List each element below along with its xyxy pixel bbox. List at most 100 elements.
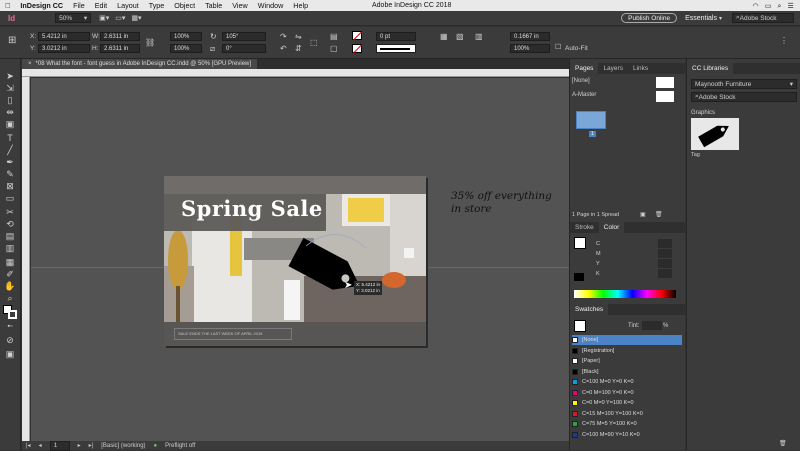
wrap-around-icon[interactable]: ▧: [456, 33, 464, 41]
apple-icon[interactable]: : [0, 1, 15, 10]
last-page-icon[interactable]: ▸|: [89, 442, 94, 449]
stroke-weight-field[interactable]: 0 pt: [376, 32, 416, 41]
constrain-proportions-icon[interactable]: ⛓: [145, 39, 155, 47]
screen-mode-tool-icon[interactable]: ▣: [4, 349, 16, 359]
menu-file[interactable]: File: [68, 1, 90, 10]
library-select[interactable]: Maynooth Furniture ▾: [691, 79, 797, 89]
x-field[interactable]: 5.4212 in: [38, 32, 90, 41]
tab-layers[interactable]: Layers: [598, 63, 628, 74]
text-wrap-icon[interactable]: ▦: [440, 33, 448, 41]
tab-links[interactable]: Links: [628, 63, 653, 74]
scale-y-field[interactable]: 100%: [170, 44, 202, 53]
y-field[interactable]: 3.0212 in: [38, 44, 90, 53]
content-collector-icon[interactable]: ▣: [4, 119, 16, 129]
swatch-row[interactable]: C=0 M=100 Y=0 K=0: [572, 388, 682, 398]
pasteboard[interactable]: Spring Sale SALE ENDS THE LAST WEEK OF A…: [31, 78, 569, 441]
color-stroke-proxy[interactable]: [574, 273, 584, 281]
document-page[interactable]: Spring Sale SALE ENDS THE LAST WEEK OF A…: [164, 176, 426, 346]
a-master-thumb[interactable]: [656, 91, 674, 102]
scissors-tool-icon[interactable]: ✂: [4, 207, 16, 217]
footer-text[interactable]: SALE ENDS THE LAST WEEK OF APRIL 2019: [178, 331, 262, 336]
type-tool-icon[interactable]: T: [4, 133, 16, 143]
swatch-row[interactable]: [None]: [572, 335, 682, 345]
menu-table[interactable]: Table: [200, 1, 227, 10]
swatch-row[interactable]: [Black]: [572, 367, 682, 377]
color-fill-proxy[interactable]: [574, 237, 586, 249]
color-spectrum[interactable]: [574, 290, 676, 298]
stroke-swatch-none[interactable]: [352, 44, 363, 54]
chevron-down-icon[interactable]: ▾: [719, 15, 722, 22]
tint-field[interactable]: [642, 321, 662, 330]
swatch-row[interactable]: C=100 M=90 Y=10 K=0: [572, 430, 682, 440]
eyedropper-tool-icon[interactable]: ✐: [4, 269, 16, 279]
reference-point-icon[interactable]: ⊞: [8, 36, 16, 46]
stroke-icon[interactable]: ▢: [330, 45, 338, 53]
corner-size-field[interactable]: 0.1667 in: [510, 32, 550, 41]
stock-search-input[interactable]: ⌕ Adobe Stock: [732, 13, 794, 23]
publish-online-button[interactable]: Publish Online: [621, 13, 678, 23]
new-page-icon[interactable]: ▣: [640, 211, 646, 218]
pasteboard-text[interactable]: 35% off everything in store: [451, 190, 563, 216]
close-icon[interactable]: ×: [28, 61, 32, 67]
headline-text[interactable]: Spring Sale: [181, 196, 323, 221]
pen-tool-icon[interactable]: ✒: [4, 157, 16, 167]
scale-x-field[interactable]: 100%: [170, 32, 202, 41]
page-number-field[interactable]: 1: [49, 440, 70, 451]
panel-menu-icon[interactable]: ⋮: [780, 37, 788, 45]
direct-selection-tool-icon[interactable]: ⇲: [4, 83, 16, 93]
menu-edit[interactable]: Edit: [90, 1, 112, 10]
none-master[interactable]: [None]: [572, 78, 590, 84]
gradient-feather-tool-icon[interactable]: ▥: [4, 243, 16, 253]
swatch-row[interactable]: C=0 M=0 Y=100 K=0: [572, 398, 682, 408]
page-thumbnail[interactable]: [576, 111, 606, 129]
page-tool-icon[interactable]: ▯: [4, 95, 16, 105]
menu-layout[interactable]: Layout: [112, 1, 144, 10]
rotate-90-cw-icon[interactable]: ↷: [280, 33, 287, 41]
tab-pages[interactable]: Pages: [570, 63, 599, 74]
apply-none-icon[interactable]: ⊘: [4, 335, 16, 345]
menu-object[interactable]: Object: [169, 1, 200, 10]
tab-color[interactable]: Color: [598, 222, 625, 233]
swatch-row[interactable]: C=15 M=100 Y=100 K=0: [572, 409, 682, 419]
object-style-icon[interactable]: ▥: [475, 33, 483, 41]
rotate-field[interactable]: 105°: [222, 32, 266, 41]
menu-type[interactable]: Type: [144, 1, 170, 10]
pencil-tool-icon[interactable]: ✎: [4, 169, 16, 179]
library-delete-icon[interactable]: 🗑: [779, 440, 787, 447]
wifi-icon[interactable]: ◠: [752, 1, 758, 10]
rotate-90-ccw-icon[interactable]: ↶: [280, 45, 287, 53]
working-style[interactable]: [Basic] (working): [101, 443, 145, 449]
tag-asset-thumbnail[interactable]: [691, 118, 739, 150]
view-options-icon[interactable]: ▣▾: [99, 14, 109, 22]
swatch-row[interactable]: [Registration]: [572, 346, 682, 356]
tab-swatches[interactable]: Swatches: [570, 304, 609, 315]
tab-cc-libraries[interactable]: CC Libraries: [687, 63, 734, 74]
stroke-type-select[interactable]: [376, 44, 416, 53]
battery-icon[interactable]: ▭: [765, 1, 772, 10]
a-master[interactable]: A-Master: [572, 92, 596, 98]
rectangle-tool-icon[interactable]: ▭: [4, 193, 16, 203]
stroke-swatch-tool[interactable]: [8, 310, 17, 319]
fill-swatch-none[interactable]: [352, 31, 363, 41]
preflight-status[interactable]: Preflight off: [165, 443, 195, 449]
swatch-row[interactable]: C=75 M=5 Y=100 K=0: [572, 419, 682, 429]
line-tool-icon[interactable]: ╱: [4, 145, 16, 155]
apply-color-icon[interactable]: ▪▫: [4, 322, 16, 332]
screen-mode-icon[interactable]: ▭▾: [115, 14, 125, 22]
menu-window[interactable]: Window: [253, 1, 289, 10]
flip-horizontal-icon[interactable]: ⇋: [295, 33, 302, 41]
free-transform-tool-icon[interactable]: ⟲: [4, 219, 16, 229]
cmyk-fields[interactable]: [658, 239, 672, 278]
opacity-field[interactable]: 100%: [510, 44, 550, 53]
rectangle-frame-tool-icon[interactable]: ⊠: [4, 181, 16, 191]
menu-view[interactable]: View: [227, 1, 252, 10]
first-page-icon[interactable]: |◂: [26, 442, 31, 449]
zoom-select[interactable]: 50% ▾: [55, 13, 92, 23]
delete-page-icon[interactable]: 🗑: [655, 211, 663, 218]
swatch-row[interactable]: [Paper]: [572, 356, 682, 366]
flip-vertical-icon[interactable]: ⇵: [295, 45, 302, 53]
tag-graphic[interactable]: [276, 228, 376, 308]
select-container-icon[interactable]: ⬚: [310, 39, 318, 47]
selection-tool-icon[interactable]: ➤: [4, 71, 16, 81]
swatch-row[interactable]: C=100 M=0 Y=0 K=0: [572, 377, 682, 387]
